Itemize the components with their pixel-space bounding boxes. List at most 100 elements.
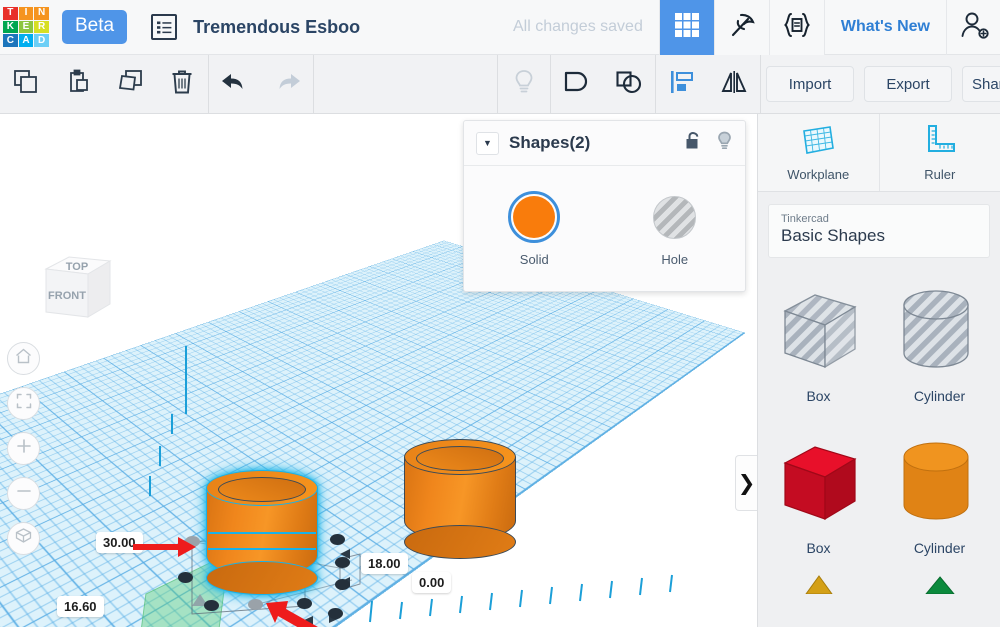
caret-down-icon[interactable]: ▼: [476, 132, 499, 155]
zoom-in-button[interactable]: [7, 432, 40, 465]
code-button[interactable]: [769, 0, 824, 55]
fit-view-button[interactable]: [7, 387, 40, 420]
panel-collapse-button[interactable]: ❯: [735, 455, 757, 511]
plus-icon: [16, 438, 32, 459]
cylinder-orange-preview: [888, 435, 992, 533]
import-button[interactable]: Import: [766, 66, 854, 102]
tube-inner-rim: [416, 446, 503, 471]
user-add-icon: [959, 10, 989, 45]
logo-tile-8: D: [34, 34, 49, 47]
align-icon: [669, 70, 695, 99]
shape-cylinder-orange[interactable]: Cylinder: [879, 420, 1000, 570]
shapes-panel-actions: [685, 131, 733, 156]
delete-button[interactable]: [156, 55, 208, 113]
codeblocks-button[interactable]: [714, 0, 769, 55]
dimension-label-height[interactable]: 18.00: [361, 553, 408, 574]
copy-button[interactable]: [0, 55, 52, 113]
list-document-icon[interactable]: [151, 14, 177, 40]
box-hole-preview: [767, 283, 871, 381]
resize-handle[interactable]: [330, 534, 345, 545]
avatar[interactable]: [946, 0, 1000, 55]
curly-braces-icon: [782, 12, 812, 43]
light-button[interactable]: [498, 55, 550, 113]
tinkercad-app: T I N K E R C A D Beta Tremendous Esboo …: [0, 0, 1000, 627]
hole-pattern-swatch: [653, 196, 696, 239]
resize-handle[interactable]: [178, 572, 193, 583]
sidebar-tools: Workplane Ruler: [758, 114, 1000, 192]
duplicate-button[interactable]: [104, 55, 156, 113]
chevron-right-icon: ❯: [738, 471, 756, 496]
align-button[interactable]: [656, 55, 708, 113]
shape-box-hole[interactable]: Box: [758, 268, 879, 418]
category-name-label: Basic Shapes: [781, 226, 977, 246]
roof-green-preview: [923, 572, 957, 594]
hole-swatch-ring: [649, 191, 701, 243]
main-toolbar: Import Export Share: [0, 55, 1000, 114]
redo-button[interactable]: [261, 55, 313, 113]
group-shapes-icon: [563, 69, 591, 100]
shapes-panel-body: Solid Hole: [464, 166, 745, 292]
shape-option-solid-label: Solid: [520, 252, 549, 267]
share-button[interactable]: Share: [962, 66, 1000, 102]
export-button[interactable]: Export: [864, 66, 952, 102]
fit-frame-icon: [16, 393, 32, 414]
grid-view-button[interactable]: [659, 0, 714, 55]
ungroup-button[interactable]: [603, 55, 655, 113]
resize-handle[interactable]: [185, 536, 200, 547]
svg-text:TOP: TOP: [66, 261, 88, 273]
cube-ortho-icon: [15, 528, 32, 550]
dimension-label-zero[interactable]: 0.00: [412, 572, 451, 593]
shape-library-next-row-peek[interactable]: [758, 570, 1000, 594]
zoom-out-button[interactable]: [7, 477, 40, 510]
shape-option-solid[interactable]: Solid: [464, 166, 605, 292]
shape-box-red-label: Box: [806, 540, 830, 556]
workplane-tool[interactable]: Workplane: [758, 114, 880, 191]
tinkercad-logo[interactable]: T I N K E R C A D: [3, 7, 49, 47]
mirror-button[interactable]: [708, 55, 760, 113]
trash-icon: [170, 69, 194, 100]
perspective-toggle-button[interactable]: [7, 522, 40, 555]
shape-cylinder-orange-label: Cylinder: [914, 540, 965, 556]
home-view-button[interactable]: [7, 342, 40, 375]
logo-tile-0: T: [3, 7, 18, 20]
group-button[interactable]: [551, 55, 603, 113]
paste-button[interactable]: [52, 55, 104, 113]
shape-box-hole-label: Box: [806, 388, 830, 404]
resize-handle[interactable]: [204, 600, 219, 611]
ruler-icon: [923, 123, 957, 162]
page-title[interactable]: Tremendous Esboo: [193, 17, 360, 38]
resize-handle[interactable]: [297, 598, 312, 609]
mirror-flip-icon: [720, 70, 748, 99]
save-status: All changes saved: [513, 18, 659, 36]
tube-object-selected[interactable]: [206, 470, 318, 595]
tube-object[interactable]: [404, 439, 516, 559]
selection-band: [208, 548, 316, 550]
lightbulb-icon[interactable]: [716, 131, 733, 156]
workplane-grid-icon: [800, 123, 836, 162]
unlock-icon[interactable]: [685, 131, 702, 155]
shape-option-hole-label: Hole: [661, 252, 688, 267]
ruler-tool[interactable]: Ruler: [880, 114, 1000, 191]
logo-tile-3: K: [3, 21, 18, 34]
undo-button[interactable]: [209, 55, 261, 113]
shapes-panel[interactable]: ▼ Shapes(2) Solid Hole: [463, 120, 746, 292]
workplane-tool-label: Workplane: [787, 167, 849, 182]
beta-badge[interactable]: Beta: [62, 10, 127, 44]
shape-cylinder-hole[interactable]: Cylinder: [879, 268, 1000, 418]
view-cube[interactable]: TOP FRONT: [24, 249, 114, 333]
shape-category-selector[interactable]: Tinkercad Basic Shapes: [768, 204, 990, 258]
dimension-label-offset-x[interactable]: 16.60: [57, 596, 104, 617]
dimension-label-x[interactable]: 30.00: [96, 532, 143, 553]
pyramid-yellow-preview: [802, 572, 836, 594]
whats-new-link[interactable]: What's New: [824, 0, 946, 55]
move-handle[interactable]: [248, 599, 263, 610]
shape-cylinder-hole-label: Cylinder: [914, 388, 965, 404]
resize-handle[interactable]: [328, 608, 343, 619]
resize-handle[interactable]: [335, 557, 350, 568]
shape-option-hole[interactable]: Hole: [605, 166, 746, 292]
resize-handle[interactable]: [335, 579, 350, 590]
solid-swatch-ring: [508, 191, 560, 243]
undo-arrow-icon: [220, 71, 250, 98]
shapes-sidebar[interactable]: Workplane Ruler Tinkercad Basic Shapes B…: [757, 114, 1000, 627]
shape-box-red[interactable]: Box: [758, 420, 879, 570]
